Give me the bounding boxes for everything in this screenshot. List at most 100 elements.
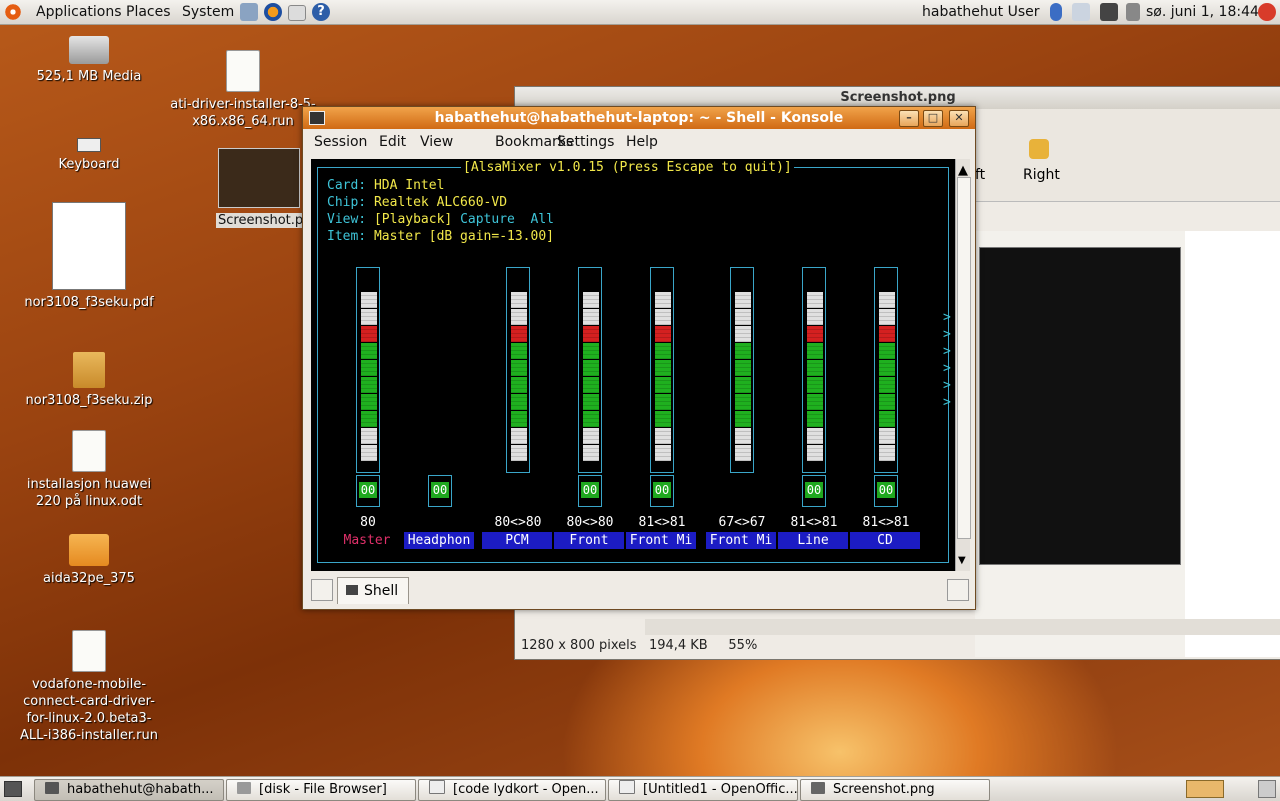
desktop-icon-screenshot[interactable]: Screenshot.p [216, 148, 306, 229]
volume-segment [655, 343, 671, 359]
terminal-area[interactable]: [AlsaMixer v1.0.15 (Press Escape to quit… [311, 159, 955, 571]
konsole-window[interactable]: habathehut@habathehut-laptop: ~ - Shell … [302, 106, 976, 610]
ubuntu-logo-icon[interactable] [4, 3, 22, 21]
minimize-button[interactable]: – [899, 110, 919, 127]
volume-fader[interactable] [730, 267, 754, 473]
show-desktop-icon[interactable] [4, 781, 22, 797]
volume-segment [511, 326, 527, 342]
mute-toggle[interactable]: 00 [650, 475, 674, 507]
volume-fader[interactable] [356, 267, 380, 473]
desktop-icon-label: ati-driver-installer-8-5-x86.x86_64.run [170, 97, 316, 129]
volume-icon[interactable] [1126, 3, 1140, 21]
scroll-right-indicator: > > > > > > [943, 310, 951, 410]
mute-state: 00 [359, 482, 377, 498]
scroll-up-icon[interactable]: ▲ [958, 163, 968, 178]
script-icon [226, 50, 260, 92]
channel-name[interactable]: PCM [482, 532, 552, 549]
workspace-switcher[interactable] [1186, 780, 1224, 798]
mute-toggle[interactable]: 00 [874, 475, 898, 507]
desktop-icon-aida[interactable]: aida32pe_375 [14, 534, 164, 587]
user-name[interactable]: habathehut User [922, 4, 1040, 20]
terminal-app-icon[interactable] [309, 111, 325, 125]
menu-applications[interactable]: Applications [36, 4, 122, 20]
menu-places[interactable]: Places [126, 4, 171, 20]
status-zoom: 55% [728, 638, 758, 653]
menu-help[interactable]: Help [626, 134, 658, 150]
file-manager-icon [237, 782, 251, 794]
desktop-icon-keyboard[interactable]: Keyboard [14, 138, 164, 173]
task-screenshot[interactable]: Screenshot.png [800, 779, 990, 801]
tab-shell[interactable]: Shell [337, 577, 409, 604]
trash-icon[interactable] [1258, 780, 1276, 798]
task-konsole[interactable]: habathehut@habath... [34, 779, 224, 801]
mail-icon[interactable] [288, 5, 306, 21]
menu-edit[interactable]: Edit [379, 134, 406, 150]
close-tab-icon[interactable] [947, 579, 969, 601]
channel-name[interactable]: Front Mi [706, 532, 776, 549]
view-playback[interactable]: [Playback] [374, 212, 452, 227]
firefox-icon[interactable] [264, 3, 282, 21]
channel-name[interactable]: Line [778, 532, 848, 549]
maximize-button[interactable]: □ [923, 110, 943, 127]
menu-session[interactable]: Session [314, 134, 367, 150]
desktop-icon-vodafone[interactable]: vodafone-mobile-connect-card-driver-for-… [14, 630, 164, 744]
scroll-down-icon[interactable]: ▼ [958, 555, 968, 566]
menu-view[interactable]: View [420, 134, 453, 150]
volume-fader[interactable] [506, 267, 530, 473]
terminal-tab-icon [346, 585, 358, 595]
view-capture[interactable]: Capture [460, 212, 515, 227]
clock[interactable]: sø. juni 1, 18:44 [1146, 4, 1259, 20]
mute-state: 00 [431, 482, 449, 498]
volume-segment [361, 309, 377, 325]
terminal-scrollbar[interactable]: ▲ ▼ [955, 159, 971, 571]
help-icon[interactable]: ? [312, 3, 330, 21]
volume-segment [807, 343, 823, 359]
desktop-icon-odt[interactable]: installasjon huawei 220 på linux.odt [14, 430, 164, 510]
volume-fader[interactable] [802, 267, 826, 473]
mute-toggle[interactable]: 00 [356, 475, 380, 507]
channel-name[interactable]: CD [850, 532, 920, 549]
channel-name[interactable]: Headphon [404, 532, 474, 549]
network-tools-icon[interactable] [240, 3, 258, 21]
new-tab-icon[interactable] [311, 579, 333, 601]
task-file-browser[interactable]: [disk - File Browser] [226, 779, 416, 801]
update-icon[interactable] [1072, 3, 1090, 21]
rotate-left-label[interactable]: ft [975, 167, 985, 183]
network-icon[interactable] [1100, 3, 1118, 21]
rotate-right-button[interactable]: Right [1023, 167, 1060, 183]
menu-system[interactable]: System [182, 4, 234, 20]
rotate-right-icon[interactable] [1029, 139, 1049, 159]
volume-segment [655, 309, 671, 325]
desktop-icon-label: Screenshot.p [216, 213, 306, 228]
channel-name[interactable]: Front Mi [626, 532, 696, 549]
mute-toggle[interactable]: 00 [578, 475, 602, 507]
close-button[interactable]: ✕ [949, 110, 969, 127]
volume-segment [735, 445, 751, 461]
viewer-image-canvas[interactable] [975, 231, 1280, 657]
mute-toggle[interactable]: 00 [428, 475, 452, 507]
viewer-nested-document [1185, 231, 1280, 657]
desktop-icon-media[interactable]: 525,1 MB Media [14, 36, 164, 85]
desktop-icon-pdf[interactable]: nor3108_f3seku.pdf [14, 202, 164, 311]
volume-fader[interactable] [650, 267, 674, 473]
volume-fader[interactable] [578, 267, 602, 473]
channel-name[interactable]: Master [332, 532, 402, 549]
view-all[interactable]: All [531, 212, 554, 227]
desktop-icon-ati-driver[interactable]: ati-driver-installer-8-5-x86.x86_64.run [168, 50, 318, 130]
task-openoffice-code[interactable]: [code lydkort - Open... [418, 779, 606, 801]
volume-segment [583, 343, 599, 359]
volume-fader[interactable] [874, 267, 898, 473]
keyboard-icon [77, 138, 101, 152]
bluetooth-icon[interactable] [1050, 3, 1062, 21]
task-openoffice-untitled[interactable]: [Untitled1 - OpenOffic... [608, 779, 798, 801]
scrollbar-thumb[interactable] [957, 177, 971, 539]
channel-name[interactable]: Front [554, 532, 624, 549]
writer-icon [429, 780, 445, 794]
power-icon[interactable] [1258, 3, 1276, 21]
desktop-icon-zip[interactable]: nor3108_f3seku.zip [14, 352, 164, 409]
channel-value: 80 [360, 515, 376, 530]
konsole-titlebar[interactable]: habathehut@habathehut-laptop: ~ - Shell … [303, 107, 975, 129]
mute-toggle[interactable]: 00 [802, 475, 826, 507]
volume-segment [655, 411, 671, 427]
menu-settings[interactable]: Settings [557, 134, 614, 150]
